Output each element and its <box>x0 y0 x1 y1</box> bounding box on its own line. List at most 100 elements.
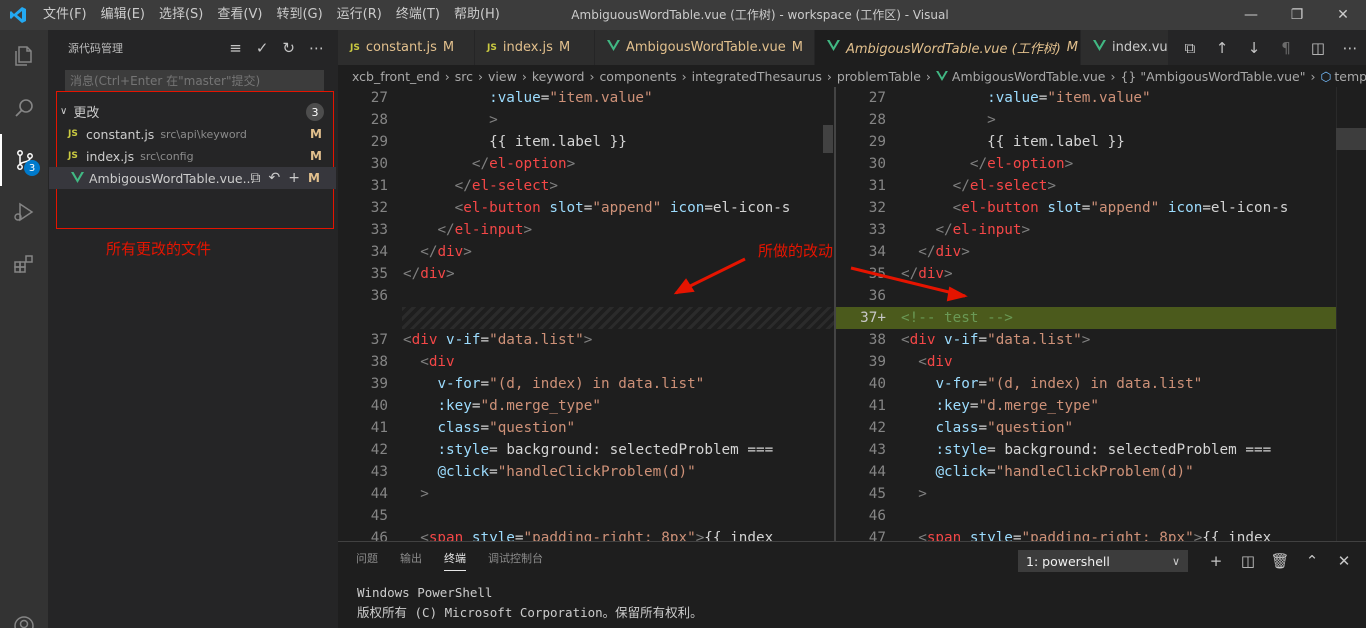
breadcrumb-item[interactable]: src <box>455 69 473 84</box>
breadcrumb-item[interactable]: {} "AmbigousWordTable.vue" <box>1120 69 1305 84</box>
code-line[interactable]: 29 {{ item.label }} <box>338 131 834 153</box>
terminal-select[interactable]: 1: powershell ∨ <box>1018 550 1188 572</box>
whitespace-toggle-icon[interactable]: ¶ <box>1270 30 1302 65</box>
menu-help[interactable]: 帮助(H) <box>447 0 507 30</box>
tab-ambigous-word-table[interactable]: AmbigousWordTable.vue M <box>595 30 815 65</box>
tree-view-icon[interactable]: ≡ <box>229 39 242 57</box>
open-file-icon[interactable]: ⧉ <box>251 170 261 186</box>
breadcrumb-item[interactable]: problemTable <box>837 69 921 84</box>
extensions-icon[interactable] <box>0 238 48 290</box>
code-line[interactable]: 36 <box>836 285 1336 307</box>
commit-check-icon[interactable]: ✓ <box>256 39 269 57</box>
next-change-icon[interactable]: ↓ <box>1238 30 1270 65</box>
minimize-icon[interactable]: — <box>1228 0 1274 30</box>
code-line[interactable]: 31 </el-select> <box>338 175 834 197</box>
explorer-icon[interactable] <box>0 30 48 82</box>
tab-index-vue[interactable]: index.vue <box>1081 30 1176 65</box>
code-line[interactable]: 30 </el-option> <box>338 153 834 175</box>
breadcrumb-item[interactable]: keyword <box>532 69 585 84</box>
code-line[interactable]: 45 > <box>836 483 1336 505</box>
close-window-icon[interactable]: ✕ <box>1320 0 1366 30</box>
stage-changes-icon[interactable]: + <box>288 170 300 186</box>
changes-group-header[interactable]: ∨ 更改 <box>60 100 99 122</box>
code-line[interactable]: 38 <div <box>338 351 834 373</box>
code-line[interactable]: 42 class="question" <box>836 417 1336 439</box>
code-line[interactable]: 40 v-for="(d, index) in data.list" <box>836 373 1336 395</box>
code-line[interactable]: 43 @click="handleClickProblem(d)" <box>338 461 834 483</box>
tab-constant-js[interactable]: JS constant.js M <box>338 30 475 65</box>
restore-icon[interactable]: ❐ <box>1274 0 1320 30</box>
code-line[interactable]: 32 <el-button slot="append" icon=el-icon… <box>338 197 834 219</box>
code-line[interactable]: 38 <div v-if="data.list"> <box>836 329 1336 351</box>
code-line[interactable]: 45 <box>338 505 834 527</box>
split-terminal-icon[interactable]: ◫ <box>1232 550 1264 572</box>
code-line[interactable]: 35 </div> <box>836 263 1336 285</box>
menu-edit[interactable]: 编辑(E) <box>94 0 152 30</box>
menu-file[interactable]: 文件(F) <box>36 0 94 30</box>
discard-changes-icon[interactable]: ↶ <box>269 170 281 186</box>
code-line[interactable]: 33 </el-input> <box>836 219 1336 241</box>
code-line[interactable]: 29 {{ item.label }} <box>836 131 1336 153</box>
tab-terminal[interactable]: 终端 <box>444 550 466 571</box>
code-line[interactable]: 28 > <box>836 109 1336 131</box>
more-actions-icon[interactable]: ⋯ <box>309 39 324 57</box>
menu-view[interactable]: 查看(V) <box>210 0 269 30</box>
refresh-icon[interactable]: ↻ <box>282 39 295 57</box>
diff-editor-modified[interactable]: 27 :value="item.value" 28 >29 {{ item.lab… <box>836 87 1336 541</box>
open-file-icon[interactable]: ⧉ <box>1174 30 1206 65</box>
menu-go[interactable]: 转到(G) <box>269 0 329 30</box>
breadcrumb-item[interactable]: components <box>599 69 676 84</box>
more-actions-icon[interactable]: ⋯ <box>1334 30 1366 65</box>
tab-index-js[interactable]: JS index.js M <box>475 30 595 65</box>
code-line[interactable]: 40 :key="d.merge_type" <box>338 395 834 417</box>
code-line[interactable]: 46 <span style="padding-right: 8px">{{ i… <box>338 527 834 541</box>
changed-file-item[interactable]: JS index.js src\config M <box>48 145 338 167</box>
split-editor-icon[interactable]: ◫ <box>1302 30 1334 65</box>
code-line[interactable]: 41 class="question" <box>338 417 834 439</box>
code-line[interactable] <box>338 307 834 329</box>
code-line[interactable]: 37 <div v-if="data.list"> <box>338 329 834 351</box>
code-line[interactable]: 42 :style= background: selectedProblem =… <box>338 439 834 461</box>
breadcrumb-item[interactable]: view <box>488 69 517 84</box>
menu-selection[interactable]: 选择(S) <box>152 0 210 30</box>
previous-change-icon[interactable]: ↑ <box>1206 30 1238 65</box>
code-line[interactable]: 28 > <box>338 109 834 131</box>
tab-debug-console[interactable]: 调试控制台 <box>488 550 543 571</box>
breadcrumb-item[interactable]: integratedThesaurus <box>692 69 822 84</box>
diff-split-divider[interactable] <box>834 87 836 541</box>
breadcrumb-item[interactable]: AmbigousWordTable.vue <box>952 69 1106 84</box>
account-icon[interactable] <box>0 600 48 628</box>
code-line[interactable]: 32 <el-button slot="append" icon=el-icon… <box>836 197 1336 219</box>
menu-terminal[interactable]: 终端(T) <box>389 0 447 30</box>
code-line[interactable]: 33 </el-input> <box>338 219 834 241</box>
code-line[interactable]: 44 @click="handleClickProblem(d)" <box>836 461 1336 483</box>
code-line[interactable]: 27 :value="item.value" <box>836 87 1336 109</box>
changed-file-item[interactable]: JS constant.js src\api\keyword M <box>48 123 338 145</box>
code-line[interactable]: 46 <box>836 505 1336 527</box>
search-icon[interactable] <box>0 82 48 134</box>
diff-editor-original[interactable]: 27 :value="item.value" 28 >29 {{ item.lab… <box>338 87 834 541</box>
breadcrumb-item[interactable]: template <box>1334 69 1366 84</box>
tab-output[interactable]: 输出 <box>400 550 422 571</box>
code-line[interactable]: 41 :key="d.merge_type" <box>836 395 1336 417</box>
commit-message-input[interactable] <box>65 70 324 92</box>
new-terminal-icon[interactable]: + <box>1200 550 1232 572</box>
code-line[interactable]: 30 </el-option> <box>836 153 1336 175</box>
code-line[interactable]: 31 </el-select> <box>836 175 1336 197</box>
maximize-panel-icon[interactable]: ⌃ <box>1296 550 1328 572</box>
code-line[interactable]: 36 <box>338 285 834 307</box>
code-line[interactable]: 47 <span style="padding-right: 8px">{{ i… <box>836 527 1336 541</box>
source-control-icon[interactable]: 3 <box>0 134 48 186</box>
code-line[interactable]: 35 </div> <box>338 263 834 285</box>
code-line[interactable]: 39 <div <box>836 351 1336 373</box>
code-line[interactable]: 44 > <box>338 483 834 505</box>
kill-terminal-icon[interactable]: 🗑 <box>1264 550 1296 572</box>
code-line[interactable]: 39 v-for="(d, index) in data.list" <box>338 373 834 395</box>
code-line[interactable]: 27 :value="item.value" <box>338 87 834 109</box>
run-debug-icon[interactable] <box>0 186 48 238</box>
tab-problems[interactable]: 问题 <box>356 550 378 571</box>
breadcrumb-item[interactable]: xcb_front_end <box>352 69 440 84</box>
code-line[interactable]: 43 :style= background: selectedProblem =… <box>836 439 1336 461</box>
code-line[interactable]: 34 </div> <box>836 241 1336 263</box>
code-line[interactable]: 37+ <!-- test --> <box>836 307 1336 329</box>
